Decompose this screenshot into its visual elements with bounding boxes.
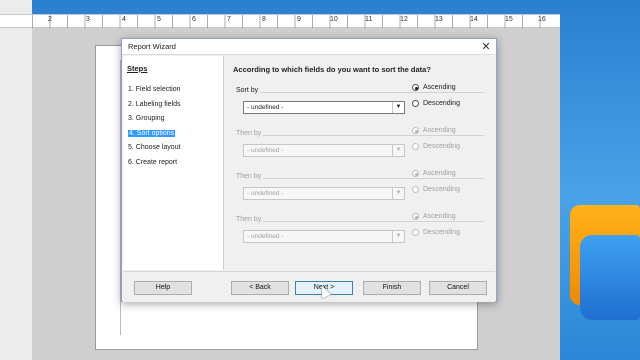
select-value: - undefined - (247, 147, 284, 154)
select-value: - undefined - (247, 104, 284, 111)
radio-selected-icon (412, 127, 419, 134)
finish-button[interactable]: Finish (363, 281, 421, 295)
sort-group-4: Then by - undefined - ▼ Ascending Descen… (233, 213, 488, 256)
horizontal-ruler[interactable]: 2 3 4 5 6 7 8 9 10 11 12 13 14 15 16 (0, 14, 560, 28)
chevron-down-icon[interactable]: ▼ (392, 231, 404, 242)
sort-options-panel: According to which fields do you want to… (225, 56, 496, 270)
ruler-number: 3 (86, 16, 90, 23)
radio-label: Descending (423, 100, 460, 107)
radio-unselected-icon (412, 143, 419, 150)
group-separator (236, 221, 484, 222)
ruler-number: 10 (330, 16, 338, 23)
desktop-decoration-right-2 (580, 235, 640, 320)
close-icon[interactable]: ✕ (476, 39, 496, 55)
then-by-label: Then by (236, 130, 264, 137)
then-by-3-descending-radio[interactable]: Descending (412, 229, 460, 236)
radio-label: Descending (423, 229, 460, 236)
sort-group-1: Sort by - undefined - ▼ Ascending Descen… (233, 84, 488, 127)
radio-label: Ascending (423, 213, 456, 220)
sort-by-select[interactable]: - undefined - ▼ (243, 101, 405, 114)
sort-group-2: Then by - undefined - ▼ Ascending Descen… (233, 127, 488, 170)
radio-unselected-icon (412, 186, 419, 193)
then-by-select-1[interactable]: - undefined - ▼ (243, 144, 405, 157)
ruler-number: 2 (48, 16, 52, 23)
step-labeling-fields[interactable]: 2. Labeling fields (127, 100, 219, 115)
ruler-number: 6 (192, 16, 196, 23)
then-by-select-2[interactable]: - undefined - ▼ (243, 187, 405, 200)
help-button[interactable]: Help (134, 281, 192, 295)
step-label: 6. Create report (128, 158, 178, 166)
ruler-number: 13 (435, 16, 443, 23)
select-value: - undefined - (247, 233, 284, 240)
radio-selected-icon (412, 213, 419, 220)
dialog-titlebar[interactable]: Report Wizard ✕ (122, 39, 496, 55)
dialog-footer: Help < Back Next > Finish Cancel (123, 271, 495, 302)
ruler-number: 5 (157, 16, 161, 23)
radio-label: Ascending (423, 170, 456, 177)
ruler-number: 8 (262, 16, 266, 23)
ruler-number: 15 (505, 16, 513, 23)
sort-by-ascending-radio[interactable]: Ascending (412, 84, 456, 91)
ruler-number: 4 (122, 16, 126, 23)
sort-group-3: Then by - undefined - ▼ Ascending Descen… (233, 170, 488, 213)
back-button[interactable]: < Back (231, 281, 289, 295)
step-label: 2. Labeling fields (128, 100, 181, 108)
radio-label: Ascending (423, 84, 456, 91)
ruler-number: 7 (227, 16, 231, 23)
sort-by-label: Sort by (236, 87, 261, 94)
then-by-3-ascending-radio[interactable]: Ascending (412, 213, 456, 220)
chevron-down-icon[interactable]: ▼ (392, 145, 404, 156)
ruler-ticks (32, 15, 557, 28)
group-separator (236, 178, 484, 179)
step-label: 4. Sort options (128, 129, 176, 137)
report-wizard-dialog: Report Wizard ✕ Steps 1. Field selection… (121, 38, 497, 302)
step-choose-layout[interactable]: 5. Choose layout (127, 143, 219, 158)
chevron-down-icon[interactable]: ▼ (392, 102, 404, 113)
step-grouping[interactable]: 3. Grouping (127, 114, 219, 129)
dialog-title: Report Wizard (128, 42, 176, 51)
step-label: 5. Choose layout (128, 144, 181, 151)
radio-label: Descending (423, 143, 460, 150)
ruler-number: 12 (400, 16, 408, 23)
then-by-label: Then by (236, 216, 264, 223)
group-separator (236, 92, 484, 93)
step-sort-options[interactable]: 4. Sort options (127, 129, 219, 144)
then-by-1-ascending-radio[interactable]: Ascending (412, 127, 456, 134)
ruler-number: 14 (470, 16, 478, 23)
chevron-down-icon[interactable]: ▼ (392, 188, 404, 199)
radio-label: Descending (423, 186, 460, 193)
steps-heading: Steps (127, 64, 148, 73)
step-label: 3. Grouping (128, 115, 165, 122)
step-label: 1. Field selection (128, 86, 181, 93)
then-by-1-descending-radio[interactable]: Descending (412, 143, 460, 150)
radio-selected-icon (412, 84, 419, 91)
then-by-select-3[interactable]: - undefined - ▼ (243, 230, 405, 243)
then-by-2-descending-radio[interactable]: Descending (412, 186, 460, 193)
ruler-number: 16 (538, 16, 546, 23)
cancel-button[interactable]: Cancel (429, 281, 487, 295)
radio-selected-icon (412, 170, 419, 177)
then-by-2-ascending-radio[interactable]: Ascending (412, 170, 456, 177)
group-separator (236, 135, 484, 136)
step-field-selection[interactable]: 1. Field selection (127, 85, 219, 100)
sort-by-descending-radio[interactable]: Descending (412, 100, 460, 107)
app-sidebar-edge (0, 0, 32, 360)
radio-label: Ascending (423, 127, 456, 134)
radio-unselected-icon (412, 229, 419, 236)
ruler-number: 11 (365, 16, 373, 23)
step-create-report[interactable]: 6. Create report (127, 158, 219, 173)
select-value: - undefined - (247, 190, 284, 197)
steps-panel: Steps 1. Field selection 2. Labeling fie… (123, 56, 224, 270)
radio-unselected-icon (412, 100, 419, 107)
then-by-label: Then by (236, 173, 264, 180)
ruler-number: 9 (297, 16, 301, 23)
sort-question: According to which fields do you want to… (233, 65, 431, 74)
